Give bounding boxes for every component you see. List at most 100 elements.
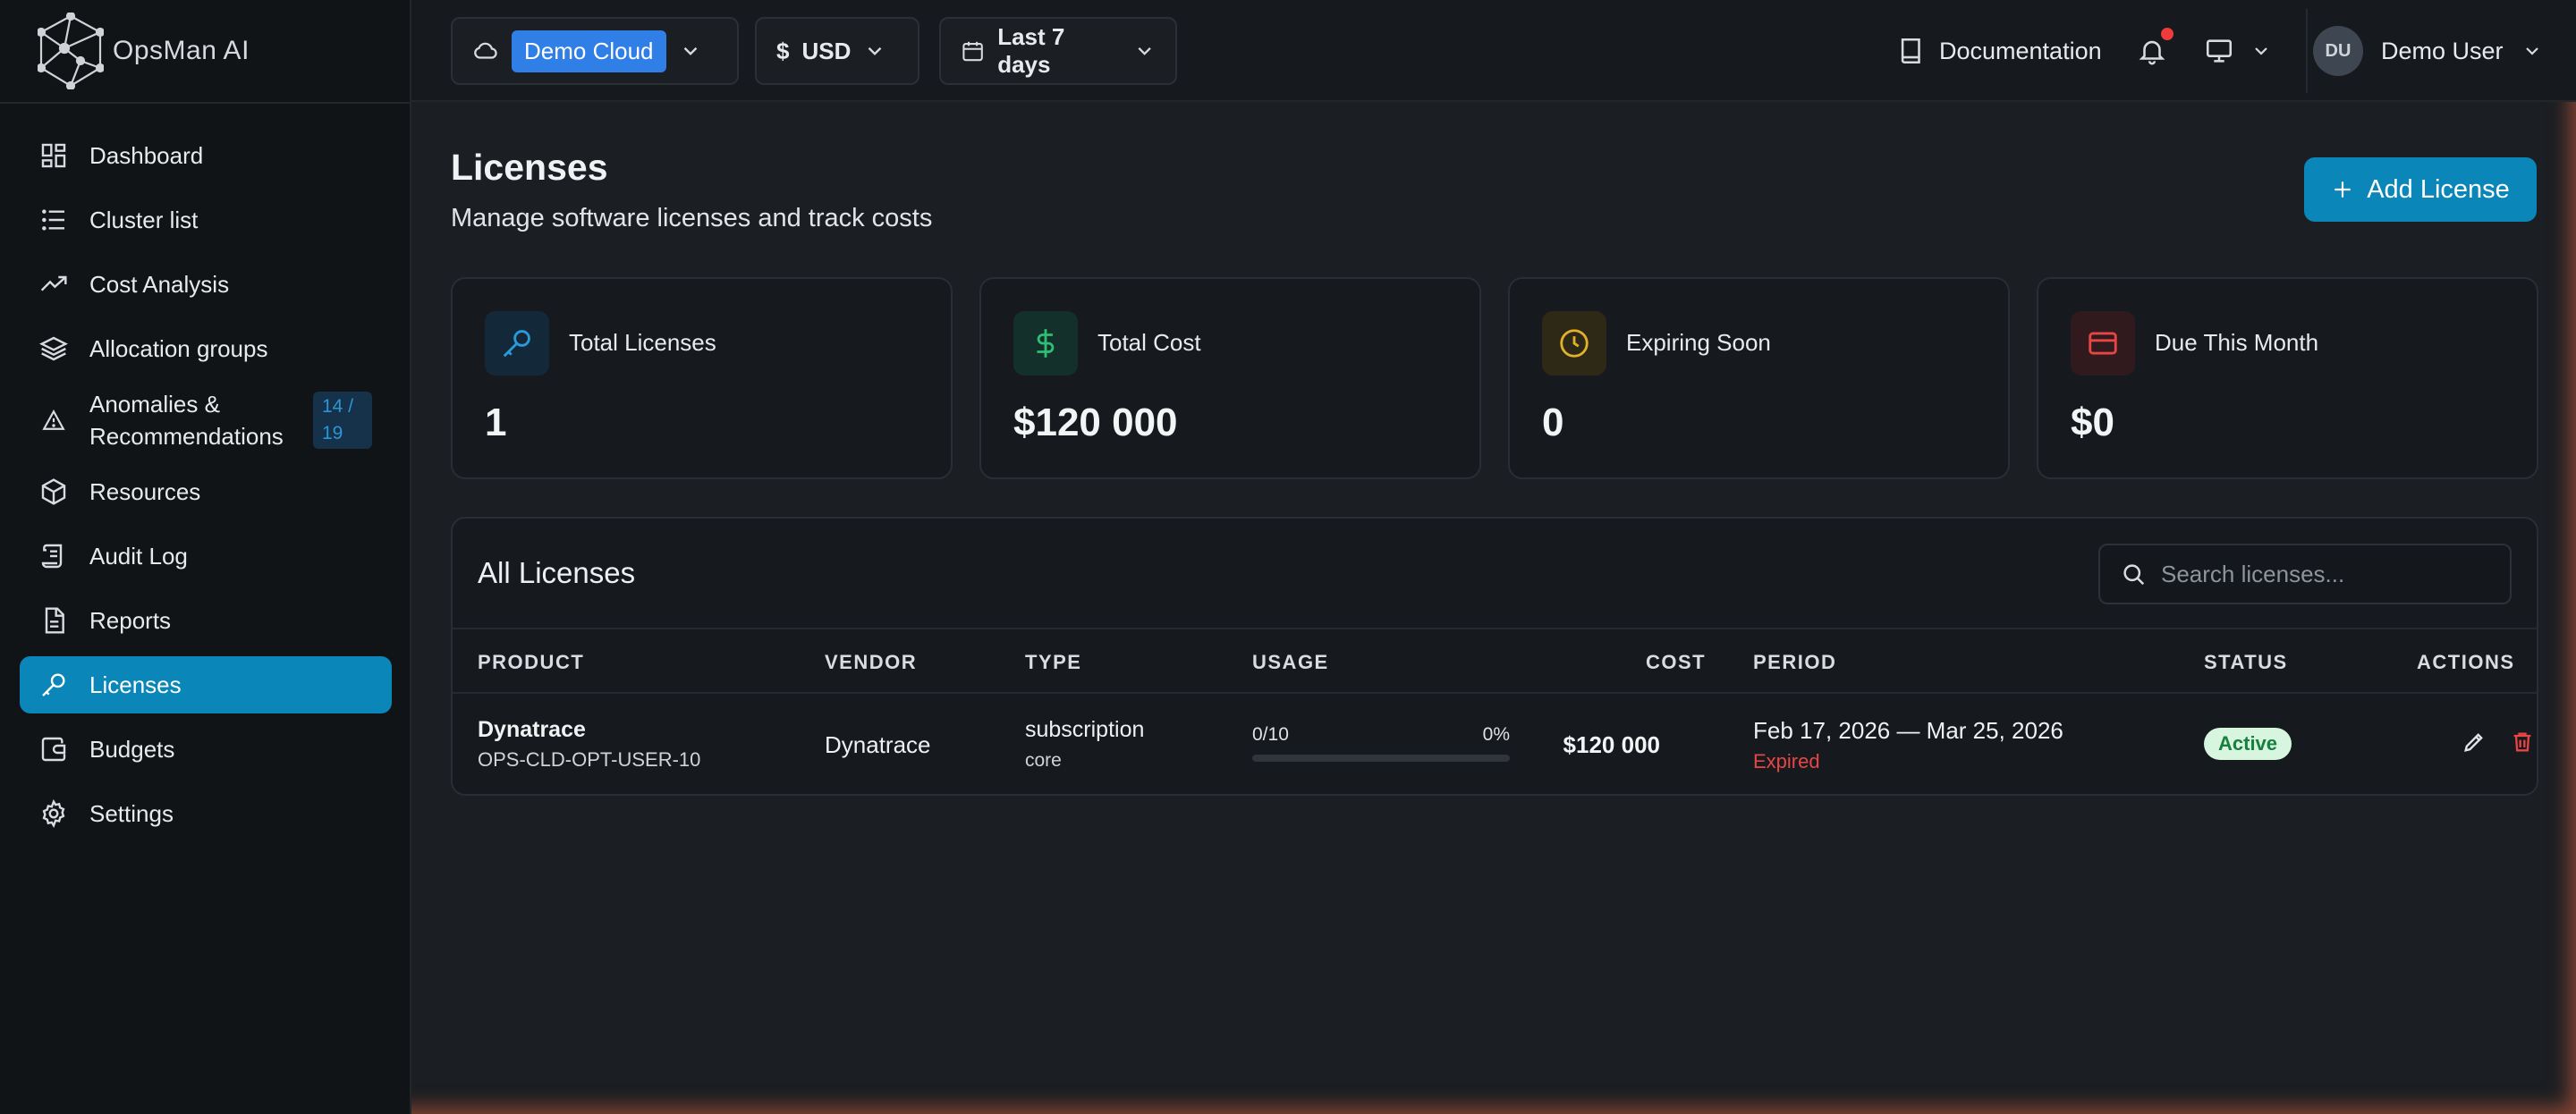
list-icon	[38, 204, 70, 236]
sidebar-item-label: Audit Log	[89, 542, 188, 570]
column-header-status[interactable]: STATUS	[2204, 651, 2288, 674]
vendor-cell: Dynatrace	[825, 731, 931, 758]
stat-value: 1	[485, 401, 507, 444]
usage-count: 0/10	[1252, 724, 1289, 745]
clock-icon	[1542, 311, 1606, 376]
sidebar-item-budgets[interactable]: Budgets	[20, 721, 392, 778]
sidebar-item-cluster-list[interactable]: Cluster list	[20, 191, 392, 249]
search-field[interactable]	[2098, 544, 2512, 604]
date-range-selector[interactable]: Last 7 days	[939, 17, 1177, 85]
stat-label: Total Cost	[1097, 329, 1201, 356]
currency-selector[interactable]: $ USD	[755, 17, 919, 85]
stat-label: Expiring Soon	[1626, 329, 1771, 356]
column-header-actions: ACTIONS	[2417, 651, 2515, 673]
plus-icon	[2334, 181, 2351, 198]
sidebar-item-anomalies[interactable]: Anomalies & Recommendations 14 / 19	[20, 384, 392, 456]
edit-icon[interactable]	[2462, 730, 2487, 755]
stat-value: $0	[2071, 401, 2114, 444]
column-header-usage[interactable]: USAGE	[1252, 651, 1329, 674]
trend-icon	[38, 268, 70, 300]
notifications-button[interactable]	[2134, 17, 2174, 85]
sidebar-item-dashboard[interactable]: Dashboard	[20, 127, 392, 184]
sidebar-item-cost-analysis[interactable]: Cost Analysis	[20, 256, 392, 313]
period-range: Feb 17, 2026 — Mar 25, 2026	[1753, 717, 2063, 744]
period-cell: Feb 17, 2026 — Mar 25, 2026 Expired	[1753, 717, 2063, 773]
stat-value: 0	[1542, 401, 1564, 444]
stat-label: Total Licenses	[569, 329, 716, 356]
display-mode-selector[interactable]	[2204, 17, 2272, 85]
stat-card-total-licenses: Total Licenses 1	[451, 277, 953, 479]
chevron-down-icon	[683, 46, 697, 55]
currency-label: USD	[801, 37, 852, 64]
search-input[interactable]	[2161, 560, 2501, 588]
badge-line2: 19	[322, 423, 343, 443]
scroll-icon	[38, 540, 70, 572]
notification-dot	[2161, 28, 2174, 40]
stat-card-expiring-soon: Expiring Soon 0	[1508, 277, 2010, 479]
expired-label: Expired	[1753, 750, 1820, 772]
user-menu[interactable]: DU Demo User	[2313, 17, 2543, 85]
badge-line1: 14 /	[322, 396, 354, 417]
user-name: Demo User	[2381, 37, 2504, 64]
stat-card-due-this-month: Due This Month $0	[2037, 277, 2538, 479]
page-title: Licenses	[451, 147, 608, 188]
license-subtype: core	[1025, 750, 1062, 771]
sidebar-item-reports[interactable]: Reports	[20, 592, 392, 649]
license-type: subscription	[1025, 717, 1145, 742]
date-range-label: Last 7 days	[997, 23, 1065, 78]
calendar-icon	[962, 41, 983, 62]
search-icon	[2123, 564, 2145, 586]
gear-icon	[38, 798, 70, 830]
sidebar-item-label-line1: Anomalies &	[89, 391, 220, 418]
documentation-label: Documentation	[1939, 37, 2102, 64]
sidebar-item-allocation-groups[interactable]: Allocation groups	[20, 320, 392, 377]
table-row[interactable]: Dynatrace OPS-CLD-OPT-USER-10 Dynatrace …	[453, 694, 2537, 794]
credit-card-icon	[2071, 311, 2135, 376]
sidebar-item-resources[interactable]: Resources	[20, 463, 392, 520]
book-icon	[1901, 38, 1920, 64]
anomalies-count-badge: 14 / 19	[313, 392, 372, 449]
status-cell: Active	[2204, 728, 2292, 760]
delete-icon[interactable]	[2510, 730, 2535, 755]
sidebar-divider	[0, 102, 410, 104]
cloud-selector[interactable]: Demo Cloud	[451, 17, 739, 85]
topbar-divider	[2306, 9, 2308, 93]
table-title: All Licenses	[478, 556, 636, 589]
column-header-period[interactable]: PERIOD	[1753, 651, 1836, 674]
report-icon	[38, 604, 70, 637]
sidebar-item-label: Licenses	[89, 671, 182, 698]
sidebar-item-audit-log[interactable]: Audit Log	[20, 527, 392, 585]
column-header-type[interactable]: TYPE	[1025, 651, 1081, 674]
sidebar-item-label: Allocation groups	[89, 334, 268, 362]
logo-icon	[38, 13, 104, 89]
sidebar-nav: Dashboard Cluster list Cost Analysis All…	[20, 127, 392, 849]
column-header-product[interactable]: PRODUCT	[478, 651, 584, 674]
sidebar-item-label: Anomalies & Recommendations	[89, 388, 284, 452]
column-header-cost[interactable]: COST	[1646, 651, 1706, 674]
dashboard-icon	[38, 139, 70, 172]
sidebar-item-label: Settings	[89, 799, 174, 827]
sidebar-item-label: Cost Analysis	[89, 270, 230, 298]
cloud-name: Demo Cloud	[512, 30, 666, 72]
sidebar-item-label: Dashboard	[89, 141, 204, 169]
app-logo[interactable]: OpsMan AI	[38, 13, 250, 89]
page-subtitle: Manage software licenses and track costs	[451, 204, 933, 232]
add-license-button[interactable]: Add License	[2304, 157, 2537, 222]
dollar-icon: $	[776, 37, 790, 64]
product-cell: Dynatrace OPS-CLD-OPT-USER-10	[478, 717, 700, 772]
usage-percent: 0%	[1482, 724, 1510, 745]
sidebar-item-settings[interactable]: Settings	[20, 785, 392, 842]
documentation-link[interactable]: Documentation	[1896, 17, 2102, 85]
monitor-icon	[2206, 39, 2233, 63]
wallet-icon	[38, 733, 70, 765]
key-icon	[485, 311, 549, 376]
chevron-down-icon	[2525, 47, 2538, 55]
sidebar-item-label-line2: Recommendations	[89, 423, 284, 450]
sidebar: OpsMan AI Dashboard Cluster list Cost An…	[0, 0, 411, 1114]
column-header-vendor[interactable]: VENDOR	[825, 651, 917, 674]
chevron-down-icon	[1138, 47, 1151, 55]
cost-cell: $120 000	[1563, 731, 1660, 758]
stat-value: $120 000	[1013, 401, 1178, 444]
sidebar-item-licenses[interactable]: Licenses	[20, 656, 392, 713]
main-content: Licenses Manage software licenses and tr…	[411, 104, 2576, 1114]
